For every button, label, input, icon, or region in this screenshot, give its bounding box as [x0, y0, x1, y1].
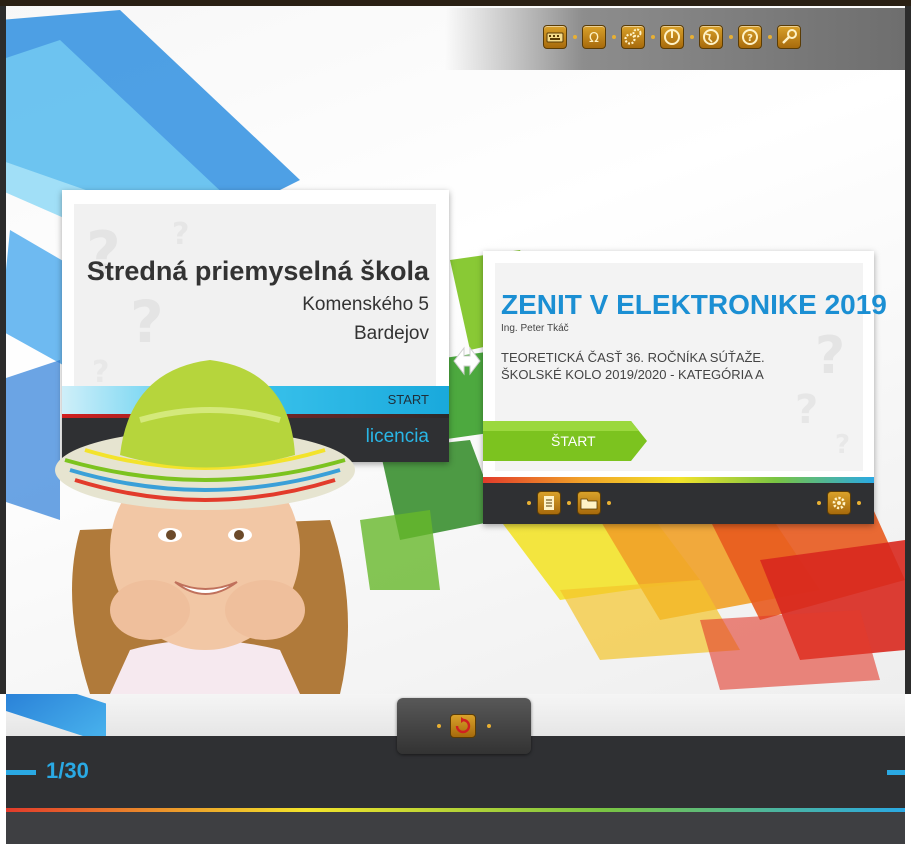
help-icon[interactable]: ? [738, 25, 762, 49]
top-toolbar: Ω ? [445, 8, 905, 70]
refresh-icon[interactable] [450, 714, 476, 738]
school-name: Stredná priemyselná škola [86, 256, 429, 286]
child-photo [55, 360, 355, 694]
key-icon[interactable] [777, 25, 801, 49]
right-frame [905, 6, 911, 694]
contest-card-footer [483, 483, 874, 524]
svg-text:?: ? [835, 430, 850, 460]
tab-separator [437, 724, 441, 728]
toolbar-separator [690, 35, 694, 39]
svg-text:?: ? [815, 326, 845, 386]
toolbar-separator [651, 35, 655, 39]
contest-description-line-1: TEORETICKÁ ČASŤ 36. ROČNÍKA SÚŤAŽE. [501, 350, 765, 365]
svg-text:?: ? [795, 387, 818, 433]
footer-separator [567, 501, 571, 505]
footer-separator [527, 501, 531, 505]
footer-separator [857, 501, 861, 505]
omega-icon[interactable]: Ω [582, 25, 606, 49]
contest-description-line-2: ŠKOLSKÉ KOLO 2019/2020 - KATEGÓRIA A [501, 367, 764, 382]
contest-author: Ing. Peter Tkáč [501, 323, 569, 334]
svg-text:Ω: Ω [589, 31, 599, 46]
page-indicator-left [6, 770, 36, 775]
svg-text:?: ? [130, 288, 164, 356]
toolbar-separator [612, 35, 616, 39]
left-frame [0, 6, 6, 694]
player-controls: 1/30 [0, 694, 911, 844]
page-counter: 1/30 [46, 758, 89, 783]
top-rim [0, 0, 911, 6]
svg-text:?: ? [747, 33, 753, 44]
start-button-label: ŠTART [551, 433, 596, 449]
swap-arrows-icon [453, 346, 481, 376]
keyboard-icon[interactable] [543, 25, 567, 49]
school-start-label: START [387, 392, 429, 407]
globe-icon[interactable] [699, 25, 723, 49]
page-indicator-right [887, 770, 905, 775]
gears-icon[interactable] [621, 25, 645, 49]
toolbar-separator [573, 35, 577, 39]
svg-text:?: ? [172, 217, 189, 252]
footer-separator [607, 501, 611, 505]
settings-icon[interactable] [827, 491, 851, 515]
toolbar-separator [729, 35, 733, 39]
toolbar-separator [768, 35, 772, 39]
license-link[interactable]: licencia [366, 426, 429, 448]
document-icon[interactable] [537, 491, 561, 515]
school-city: Bardejov [354, 323, 429, 344]
start-button[interactable]: ŠTART [483, 421, 647, 461]
blue-sweep-decoration [6, 694, 106, 736]
center-control-tab [397, 698, 531, 754]
contest-title: ZENIT V ELEKTRONIKE 2019 [501, 289, 887, 320]
bottom-panel [6, 812, 905, 844]
tab-separator [487, 724, 491, 728]
slide-area: Ω ? ? ? ? ? Stredná priemyselná škola Ko… [0, 0, 911, 694]
power-icon[interactable] [660, 25, 684, 49]
folder-icon[interactable] [577, 491, 601, 515]
presentation-stage: Ω ? ? ? ? ? Stredná priemyselná škola Ko… [0, 0, 911, 844]
school-street: Komenského 5 [302, 294, 429, 315]
contest-card: ? ? ? ZENIT V ELEKTRONIKE 2019 Ing. Pete… [483, 251, 887, 524]
footer-separator [817, 501, 821, 505]
